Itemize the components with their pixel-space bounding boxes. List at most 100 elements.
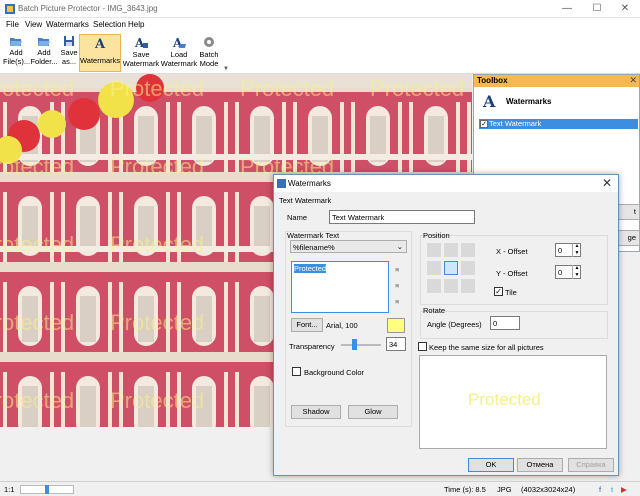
angle-label: Angle (Degrees) bbox=[427, 320, 482, 329]
transparency-input[interactable]: 34 bbox=[386, 337, 406, 351]
position-bottom-right[interactable] bbox=[461, 279, 475, 293]
position-top-center[interactable] bbox=[444, 243, 458, 257]
list-item-checkbox[interactable]: ✓ bbox=[480, 120, 488, 128]
svg-text:A: A bbox=[94, 37, 106, 50]
position-top-left[interactable] bbox=[427, 243, 441, 257]
rotate-group-label: Rotate bbox=[423, 306, 446, 315]
save-watermark-icon: A bbox=[134, 36, 148, 49]
dimensions-label: (4032x3024x24) bbox=[521, 485, 576, 494]
dialog-title: Watermarks bbox=[288, 179, 331, 188]
dialog-title-bar: Watermarks ✕ bbox=[274, 175, 618, 192]
align-left-icon[interactable]: ≡ bbox=[395, 265, 399, 274]
cancel-button[interactable]: Отмена bbox=[517, 458, 563, 472]
shadow-button[interactable]: Shadow bbox=[291, 405, 341, 419]
add-files-label: Add File(s)... bbox=[3, 48, 31, 66]
toolbar: Add File(s)... Add Folder... Save as... … bbox=[0, 32, 640, 74]
position-middle-right[interactable] bbox=[461, 261, 475, 275]
position-center[interactable] bbox=[444, 261, 458, 275]
watermark-text: Protected bbox=[110, 76, 204, 101]
save-as-button[interactable]: Save as... bbox=[59, 34, 79, 72]
keep-size-checkbox[interactable] bbox=[418, 342, 427, 351]
background-color-label: Background Color bbox=[304, 368, 365, 377]
watermark-text: Protected bbox=[0, 388, 74, 413]
toolbox-title: Toolbox bbox=[474, 75, 639, 87]
menu-view[interactable]: View bbox=[25, 20, 42, 29]
close-icon[interactable]: ✕ bbox=[629, 75, 637, 86]
watermark-text: Protected bbox=[110, 154, 204, 179]
window-title: Batch Picture Protector - IMG_3643.jpg bbox=[18, 4, 158, 13]
watermark-text: Protected bbox=[0, 76, 74, 101]
background-color-checkbox[interactable] bbox=[292, 367, 301, 376]
load-watermark-button[interactable]: A Load Watermark bbox=[159, 34, 199, 72]
add-folder-label: Add Folder... bbox=[30, 48, 58, 66]
add-folder-button[interactable]: Add Folder... bbox=[30, 34, 58, 72]
menu-help[interactable]: Help bbox=[128, 20, 144, 29]
name-input[interactable]: Text Watermark bbox=[329, 210, 475, 224]
position-bottom-center[interactable] bbox=[444, 279, 458, 293]
watermark-text: Protected bbox=[240, 76, 334, 101]
watermark-text: Protected bbox=[0, 310, 74, 335]
save-watermark-button[interactable]: A Save Watermark bbox=[121, 34, 161, 72]
position-group-label: Position bbox=[423, 231, 450, 240]
x-offset-spinner[interactable]: ▲ ▼ bbox=[572, 243, 581, 257]
add-files-button[interactable]: Add File(s)... bbox=[3, 34, 31, 72]
preview-box: Protected bbox=[419, 355, 607, 449]
load-watermark-label: Load Watermark bbox=[160, 50, 198, 68]
position-middle-left[interactable] bbox=[427, 261, 441, 275]
maximize-button[interactable]: ☐ bbox=[582, 0, 612, 18]
facebook-icon[interactable]: f bbox=[599, 485, 601, 494]
watermark-text: Protected bbox=[0, 154, 74, 179]
keep-size-label: Keep the same size for all pictures bbox=[429, 343, 544, 352]
position-top-right[interactable] bbox=[461, 243, 475, 257]
menu-bar: File View Watermarks Selection Help bbox=[0, 18, 640, 32]
list-item[interactable]: Text Watermark bbox=[479, 119, 638, 129]
y-offset-spinner[interactable]: ▲ ▼ bbox=[572, 265, 581, 279]
chevron-down-icon: ⌄ bbox=[396, 242, 403, 251]
x-offset-label: X - Offset bbox=[496, 247, 528, 256]
toolbox-side-button-2[interactable]: ge bbox=[616, 230, 640, 246]
section-title: Text Watermark bbox=[279, 196, 332, 205]
chevron-down-icon[interactable]: ▼ bbox=[223, 66, 229, 72]
menu-watermarks[interactable]: Watermarks bbox=[46, 20, 89, 29]
zoom-slider[interactable] bbox=[20, 485, 74, 494]
close-icon[interactable]: ✕ bbox=[602, 176, 612, 190]
align-center-icon[interactable]: ≡ bbox=[395, 281, 399, 290]
position-bottom-left[interactable] bbox=[427, 279, 441, 293]
menu-file[interactable]: File bbox=[6, 20, 19, 29]
watermark-text: Protected bbox=[0, 232, 74, 257]
close-button[interactable]: ✕ bbox=[610, 0, 640, 18]
minimize-button[interactable]: — bbox=[552, 0, 582, 18]
transparency-slider-track[interactable] bbox=[341, 344, 381, 346]
watermark-text-group-label: Watermark Text bbox=[287, 231, 340, 240]
toolbox-side-button-1[interactable]: t bbox=[616, 204, 640, 220]
menu-selection[interactable]: Selection bbox=[93, 20, 126, 29]
apply-button[interactable]: Справка bbox=[568, 458, 614, 472]
transparency-slider-thumb[interactable] bbox=[352, 339, 357, 350]
watermark-a-icon: A bbox=[482, 92, 496, 109]
status-bar: 1:1 Time (s): 8.5 JPG (4032x3024x24) f t… bbox=[0, 481, 640, 496]
align-right-icon[interactable]: ≡ bbox=[395, 297, 399, 306]
svg-text:A: A bbox=[482, 92, 496, 109]
zoom-slider-thumb[interactable] bbox=[45, 485, 49, 494]
zoom-label: 1:1 bbox=[4, 485, 15, 494]
transparency-label: Transparency bbox=[289, 342, 335, 351]
tile-checkbox[interactable]: ✓ bbox=[494, 287, 503, 296]
preview-text: Protected bbox=[468, 390, 541, 409]
watermark-text: Protected bbox=[110, 388, 204, 413]
batch-mode-button[interactable]: Batch Mode bbox=[197, 34, 221, 72]
watermark-text: Protected bbox=[110, 232, 204, 257]
filename-dropdown[interactable]: %filename% ⌄ bbox=[290, 240, 407, 253]
youtube-icon[interactable]: ▶ bbox=[621, 485, 627, 494]
twitter-icon[interactable]: t bbox=[611, 485, 613, 494]
ok-button[interactable]: OK bbox=[468, 458, 514, 472]
glow-button[interactable]: Glow bbox=[348, 405, 398, 419]
watermark-text-area[interactable]: Protected bbox=[291, 261, 389, 313]
load-watermark-icon: A bbox=[172, 36, 186, 49]
watermark-text: Protected bbox=[370, 76, 464, 101]
watermarks-button[interactable]: A Watermarks bbox=[79, 34, 121, 72]
font-button[interactable]: Font... bbox=[291, 318, 323, 332]
watermark-text-value: Protected bbox=[294, 264, 327, 273]
angle-input[interactable]: 0 bbox=[490, 316, 520, 330]
color-swatch[interactable] bbox=[387, 318, 405, 333]
watermarks-label: Watermarks bbox=[80, 56, 121, 65]
